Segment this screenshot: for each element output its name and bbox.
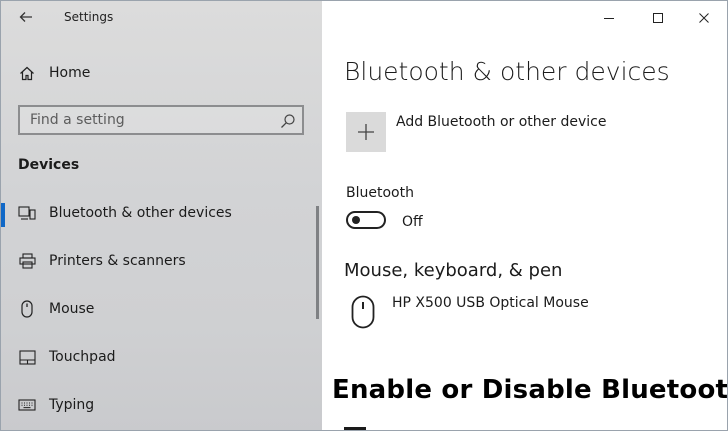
bluetooth-state: Off (402, 214, 423, 230)
sidebar-item-label: Home (49, 65, 91, 81)
add-device-button[interactable] (346, 112, 386, 152)
toggle-knob (352, 216, 360, 224)
back-arrow-icon (19, 12, 32, 22)
sidebar-item-printers[interactable]: Printers & scanners (1, 241, 322, 281)
close-icon (699, 13, 709, 23)
search-icon[interactable] (280, 113, 296, 129)
minimize-button[interactable] (598, 7, 620, 29)
sidebar-item-label: Typing (49, 397, 95, 413)
section-title: Mouse, keyboard, & pen (344, 260, 563, 281)
plus-icon (358, 124, 374, 140)
sidebar-item-touchpad[interactable]: Touchpad (1, 337, 322, 377)
page-title: Bluetooth & other devices (344, 57, 670, 86)
sidebar-item-label: Mouse (49, 301, 95, 317)
sidebar-item-typing[interactable]: Typing (1, 385, 322, 425)
bluetooth-devices-icon (18, 204, 36, 222)
device-mouse-icon (351, 295, 375, 329)
keyboard-icon (18, 396, 36, 414)
main-content: Bluetooth & other devices Add Bluetooth … (322, 1, 727, 430)
sidebar-scrollbar[interactable] (316, 206, 319, 319)
section-heading: Devices (18, 157, 80, 173)
sidebar-item-mouse[interactable]: Mouse (1, 289, 322, 329)
bluetooth-label: Bluetooth (346, 185, 414, 201)
printer-icon (18, 252, 36, 270)
app-title: Settings (64, 10, 114, 24)
back-button[interactable] (13, 5, 39, 29)
add-device-label[interactable]: Add Bluetooth or other device (396, 114, 606, 130)
mouse-icon (18, 300, 36, 318)
maximize-button[interactable] (647, 7, 669, 29)
close-button[interactable] (693, 7, 715, 29)
sidebar-item-label: Bluetooth & other devices (49, 205, 232, 221)
home-icon (18, 64, 36, 82)
sidebar-item-bluetooth[interactable]: Bluetooth & other devices (1, 193, 322, 233)
search-placeholder: Find a setting (30, 112, 125, 128)
cropped-element (344, 427, 366, 430)
search-input[interactable]: Find a setting (18, 105, 304, 135)
sidebar-item-label: Printers & scanners (49, 253, 186, 269)
maximize-icon (653, 13, 663, 23)
settings-window: Settings Home Find a setting Devices Blu… (0, 0, 728, 431)
minimize-icon (604, 18, 614, 19)
sidebar: Settings Home Find a setting Devices Blu… (1, 1, 322, 430)
device-item[interactable]: HP X500 USB Optical Mouse (392, 295, 589, 311)
bluetooth-toggle[interactable] (346, 211, 386, 229)
sidebar-item-home[interactable]: Home (1, 53, 322, 93)
overlay-caption: Enable or Disable Bluetooth (332, 375, 728, 405)
sidebar-item-label: Touchpad (49, 349, 116, 365)
touchpad-icon (18, 348, 36, 366)
